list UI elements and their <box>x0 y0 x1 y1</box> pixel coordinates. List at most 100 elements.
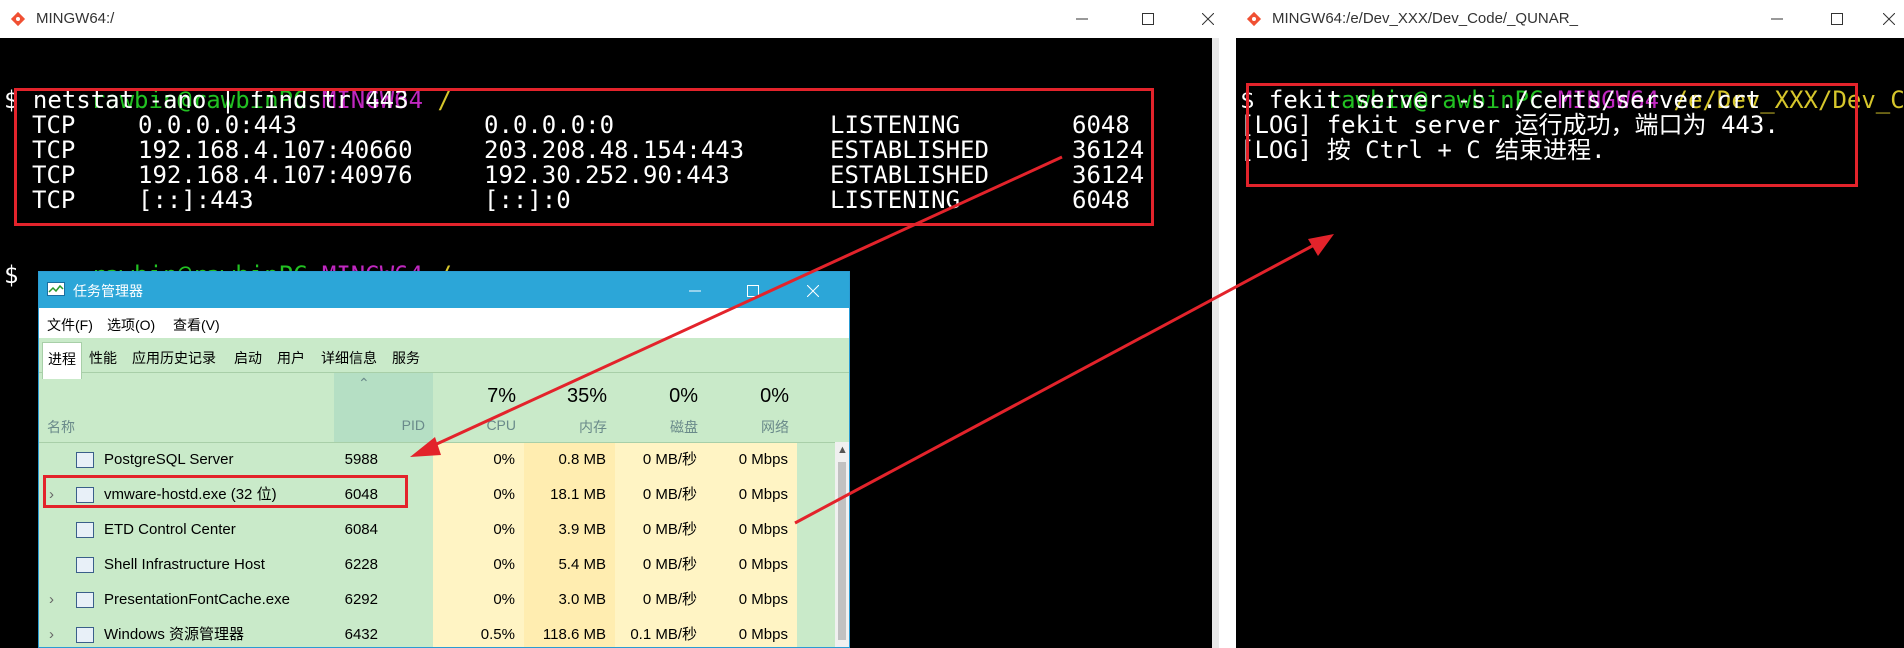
process-name: Windows 资源管理器 <box>104 626 245 643</box>
cursor-line: $ <box>4 261 19 289</box>
process-pid: 5988 <box>344 451 378 468</box>
column-name[interactable]: 名称 <box>39 373 334 442</box>
close-icon <box>1202 13 1214 25</box>
scrollbar[interactable]: ▲ <box>835 442 849 647</box>
maximize-icon <box>1831 13 1843 25</box>
column-header-row: 名称 ⌃ PID 7% CPU 35% 内存 0% 磁盘 0% 网络 <box>39 373 849 443</box>
menu-file[interactable]: 文件(F) <box>47 315 93 335</box>
close-icon <box>806 284 820 298</box>
column-memory[interactable]: 35% 内存 <box>524 373 615 442</box>
tab-performance[interactable]: 性能 <box>89 348 117 368</box>
process-icon <box>76 452 94 468</box>
column-disk[interactable]: 0% 磁盘 <box>615 373 706 442</box>
process-cpu: 0% <box>493 591 515 608</box>
process-row[interactable]: Shell Infrastructure Host 6228 0% 5.4 MB 0 M… <box>39 547 835 582</box>
column-cpu-label: CPU <box>486 417 516 433</box>
process-icon <box>76 522 94 538</box>
right-terminal-output[interactable]: rawbin@rawbinPC MINGW64 /e/Dev_XXX/Dev_C… <box>1236 38 1904 648</box>
process-disk: 0 MB/秒 <box>642 556 697 573</box>
process-memory: 118.6 MB <box>542 626 606 643</box>
column-pid-label: PID <box>401 417 425 433</box>
process-cpu: 0% <box>493 556 515 573</box>
column-cpu[interactable]: 7% CPU <box>433 373 524 442</box>
process-row[interactable]: › PresentationFontCache.exe 6292 0% 3.0 MB 0 … <box>39 582 835 617</box>
process-network: 0 Mbps <box>738 591 788 608</box>
maximize-button[interactable] <box>1125 0 1171 38</box>
process-memory: 3.0 MB <box>558 591 606 608</box>
minimize-button[interactable] <box>689 284 701 302</box>
netstat-highlight-box <box>14 88 1154 226</box>
column-name-label: 名称 <box>47 419 75 435</box>
process-disk: 0.1 MB/秒 <box>630 626 697 643</box>
process-network: 0 Mbps <box>738 486 788 503</box>
right-window-titlebar[interactable]: MINGW64:/e/Dev_XXX/Dev_Code/_QUNAR_ <box>1236 0 1904 39</box>
process-disk: 0 MB/秒 <box>642 486 697 503</box>
left-window-titlebar[interactable]: MINGW64:/ <box>0 0 1219 39</box>
task-manager-title: 任务管理器 <box>73 283 143 299</box>
git-bash-icon <box>10 11 26 27</box>
menu-options[interactable]: 选项(O) <box>107 315 155 335</box>
task-manager-menubar: 文件(F) 选项(O) 查看(V) <box>39 308 849 338</box>
sort-up-icon: ⌃ <box>358 375 370 391</box>
maximize-icon <box>1142 13 1154 25</box>
left-window-border <box>1212 38 1219 648</box>
process-pid: 6084 <box>344 521 378 538</box>
fekit-highlight-box <box>1246 83 1858 187</box>
network-total: 0% <box>760 385 789 407</box>
right-terminal-window: MINGW64:/e/Dev_XXX/Dev_Code/_QUNAR_ rawb… <box>1236 0 1904 648</box>
left-window-title: MINGW64:/ <box>36 10 115 27</box>
prompt-line-2: rawbin@rawbinPC MINGW64 / <box>4 238 452 288</box>
column-pid[interactable]: ⌃ PID <box>334 373 433 442</box>
process-disk: 0 MB/秒 <box>642 591 697 608</box>
close-icon <box>1883 13 1895 25</box>
close-button[interactable] <box>1185 0 1219 38</box>
tab-users[interactable]: 用户 <box>277 348 305 368</box>
column-memory-label: 内存 <box>579 419 607 435</box>
cpu-total: 7% <box>487 385 516 407</box>
task-manager-tabs: 进程 性能 应用历史记录 启动 用户 详细信息 服务 <box>39 338 849 379</box>
process-row[interactable]: PostgreSQL Server 5988 0% 0.8 MB 0 MB/秒 0 Mbp… <box>39 442 835 477</box>
process-disk: 0 MB/秒 <box>642 521 697 538</box>
process-pid: 6432 <box>344 626 378 643</box>
minimize-button[interactable] <box>1059 0 1105 38</box>
process-network: 0 Mbps <box>738 626 788 643</box>
process-icon <box>76 627 94 643</box>
task-manager-window: 任务管理器 文件(F) 选项(O) 查看(V) 进程 性能 应用历史记录 启动 … <box>38 271 850 648</box>
minimize-icon <box>689 290 701 292</box>
close-button[interactable] <box>1866 0 1904 38</box>
tab-services[interactable]: 服务 <box>392 348 420 368</box>
process-row[interactable]: ETD Control Center 6084 0% 3.9 MB 0 MB/秒 0 Mb… <box>39 512 835 547</box>
maximize-button[interactable] <box>1814 0 1860 38</box>
tab-startup[interactable]: 启动 <box>234 348 262 368</box>
close-button[interactable] <box>806 284 820 302</box>
process-network: 0 Mbps <box>738 556 788 573</box>
tab-app-history[interactable]: 应用历史记录 <box>132 348 216 368</box>
column-network[interactable]: 0% 网络 <box>706 373 797 442</box>
tab-details[interactable]: 详细信息 <box>321 348 377 368</box>
task-manager-titlebar[interactable]: 任务管理器 <box>39 272 849 308</box>
memory-total: 35% <box>566 385 607 407</box>
process-cpu: 0% <box>493 486 515 503</box>
scroll-up-icon[interactable]: ▲ <box>837 444 848 456</box>
maximize-button[interactable] <box>747 284 759 302</box>
process-row[interactable]: › Windows 资源管理器 6432 0.5% 118.6 MB 0.1 MB/秒 0 … <box>39 617 835 647</box>
right-window-title: MINGW64:/e/Dev_XXX/Dev_Code/_QUNAR_ <box>1272 10 1578 27</box>
menu-view[interactable]: 查看(V) <box>173 315 220 335</box>
process-icon <box>76 592 94 608</box>
scrollbar-thumb[interactable] <box>838 462 846 640</box>
process-pid: 6228 <box>344 556 378 573</box>
process-network: 0 Mbps <box>738 451 788 468</box>
process-name: PresentationFontCache.exe <box>104 591 290 608</box>
pid-highlight-box <box>43 475 408 508</box>
process-cpu: 0.5% <box>480 626 515 643</box>
minimize-icon <box>1076 18 1088 20</box>
process-name: Shell Infrastructure Host <box>104 556 265 573</box>
process-memory: 18.1 MB <box>550 486 606 503</box>
expand-chevron-icon[interactable]: › <box>49 582 54 617</box>
expand-chevron-icon[interactable]: › <box>49 617 54 647</box>
process-memory: 0.8 MB <box>558 451 606 468</box>
minimize-button[interactable] <box>1754 0 1800 38</box>
task-manager-icon <box>47 282 65 303</box>
column-disk-label: 磁盘 <box>670 419 698 435</box>
process-memory: 3.9 MB <box>558 521 606 538</box>
